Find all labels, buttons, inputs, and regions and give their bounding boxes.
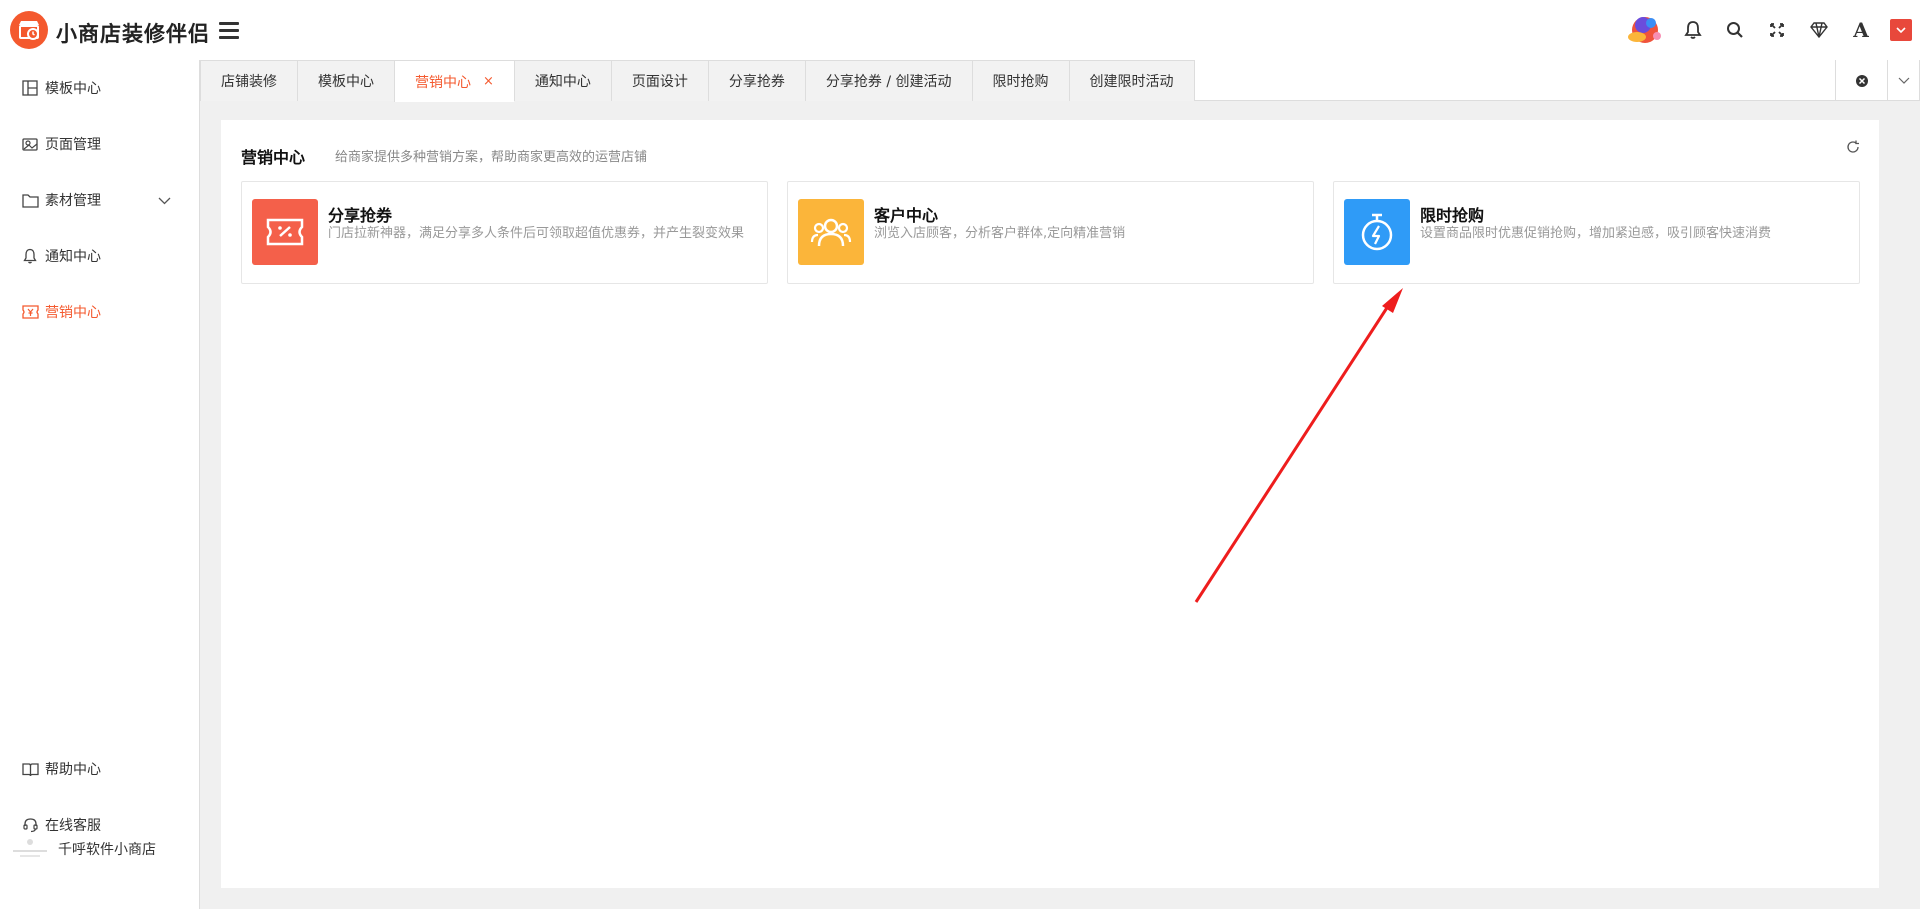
tab-notification-center[interactable]: 通知中心 <box>513 60 611 101</box>
page-title: 营销中心 <box>241 148 306 167</box>
sidebar-item-label: 模板中心 <box>45 81 101 97</box>
tab-label: 店铺装修 <box>221 74 277 90</box>
sidebar-item-notifications[interactable]: 通知中心 <box>0 232 199 280</box>
card-customer-center[interactable]: 客户中心 浏览入店顾客，分析客户群体,定向精准营销 <box>787 181 1314 284</box>
sidebar-item-materials[interactable]: 素材管理 <box>0 176 199 224</box>
card-desc: 浏览入店顾客，分析客户群体,定向精准营销 <box>874 226 1126 241</box>
tab-store-decoration[interactable]: 店铺装修 <box>200 60 297 101</box>
folder-icon <box>21 191 39 209</box>
user-name: 千呼软件小商店 <box>58 842 156 858</box>
user-menu-icon[interactable] <box>1890 19 1912 41</box>
tab-bar: 店铺装修 模板中心 营销中心 × 通知中心 页面设计 分享抢券 分享抢券 / 创建… <box>200 60 1920 102</box>
tab-label: 模板中心 <box>318 74 374 90</box>
top-header: 小商店装修伴侣 A <box>0 0 1920 60</box>
store-logo-icon <box>19 21 39 40</box>
tab-label: 创建限时活动 <box>1089 74 1174 90</box>
chevron-down-icon[interactable] <box>1888 60 1920 101</box>
menu-toggle-icon[interactable] <box>219 20 241 40</box>
card-flash-sale[interactable]: 限时抢购 设置商品限时优惠促销抢购，增加紧迫感，吸引顾客快速消费 <box>1333 181 1860 284</box>
mascot-avatar[interactable] <box>1620 10 1672 50</box>
sidebar-item-label: 通知中心 <box>45 249 101 265</box>
sidebar-item-label: 营销中心 <box>45 305 101 321</box>
refresh-icon[interactable] <box>1843 137 1863 157</box>
card-title: 分享抢券 <box>328 206 393 225</box>
sidebar-item-label: 素材管理 <box>45 193 101 209</box>
tab-template-center[interactable]: 模板中心 <box>297 60 394 101</box>
page-icon <box>21 135 39 153</box>
sidebar-user[interactable]: 千呼软件小商店 <box>12 835 156 863</box>
close-all-tabs-icon[interactable] <box>1836 60 1888 101</box>
card-desc: 门店拉新神器，满足分享多人条件后可领取超值优惠券，并产生裂变效果 <box>328 226 745 241</box>
bell-icon <box>21 247 39 265</box>
tab-label: 通知中心 <box>534 74 591 90</box>
sidebar-item-label: 帮助中心 <box>45 762 101 778</box>
tab-label: 页面设计 <box>631 74 688 90</box>
tab-label: 限时抢购 <box>992 74 1049 90</box>
card-title: 客户中心 <box>874 206 939 225</box>
card-share-coupon[interactable]: 分享抢券 门店拉新神器，满足分享多人条件后可领取超值优惠券，并产生裂变效果 <box>241 181 768 284</box>
sidebar-item-help[interactable]: 帮助中心 <box>0 745 199 793</box>
bell-icon[interactable] <box>1672 12 1714 48</box>
chevron-down-icon[interactable] <box>158 193 171 209</box>
tab-label: 分享抢券 / 创建活动 <box>825 74 952 90</box>
card-desc: 设置商品限时优惠促销抢购，增加紧迫感，吸引顾客快速消费 <box>1420 226 1772 241</box>
headset-icon <box>21 816 39 834</box>
tab-label: 分享抢券 <box>728 74 785 90</box>
search-icon[interactable] <box>1714 12 1756 48</box>
header-actions: A <box>1620 12 1912 48</box>
tab-share-coupon[interactable]: 分享抢券 <box>707 60 805 101</box>
fullscreen-icon[interactable] <box>1756 12 1798 48</box>
timer-icon <box>1344 199 1410 265</box>
tab-page-design[interactable]: 页面设计 <box>610 60 708 101</box>
tabs: 店铺装修 模板中心 营销中心 × 通知中心 页面设计 分享抢券 分享抢券 / 创建… <box>200 60 1195 102</box>
marketing-icon <box>21 303 39 321</box>
coupon-icon <box>252 199 318 265</box>
app-title: 小商店装修伴侣 <box>56 22 210 46</box>
marketing-panel: 营销中心 给商家提供多种营销方案，帮助商家更高效的运营店铺 分享抢券 门店拉新神… <box>221 120 1879 888</box>
sidebar: 模板中心 页面管理 素材管理 通知中心 营销中心 帮助中心 在线客服 千呼软件小… <box>0 60 200 909</box>
sidebar-item-label: 页面管理 <box>45 137 101 153</box>
sidebar-item-label: 在线客服 <box>45 818 101 834</box>
sidebar-item-marketing[interactable]: 营销中心 <box>0 288 199 336</box>
users-icon <box>798 199 864 265</box>
diamond-icon[interactable] <box>1798 12 1840 48</box>
tab-marketing-center[interactable]: 营销中心 × <box>394 60 514 102</box>
card-title: 限时抢购 <box>1420 206 1485 225</box>
template-icon <box>21 79 39 97</box>
tab-controls <box>1835 60 1920 101</box>
app-logo[interactable] <box>10 11 48 49</box>
main-area: 店铺装修 模板中心 营销中心 × 通知中心 页面设计 分享抢券 分享抢券 / 创建… <box>200 60 1920 909</box>
tab-create-flash-sale[interactable]: 创建限时活动 <box>1068 60 1195 101</box>
font-icon[interactable]: A <box>1840 12 1882 48</box>
user-avatar <box>12 835 48 863</box>
tab-flash-sale[interactable]: 限时抢购 <box>971 60 1069 101</box>
book-icon <box>21 760 39 778</box>
tab-label: 营销中心 <box>415 74 471 91</box>
tab-share-coupon-create[interactable]: 分享抢券 / 创建活动 <box>804 60 972 101</box>
close-icon[interactable]: × <box>483 74 494 89</box>
sidebar-item-template-center[interactable]: 模板中心 <box>0 64 199 112</box>
page-subtitle: 给商家提供多种营销方案，帮助商家更高效的运营店铺 <box>335 150 648 165</box>
sidebar-item-page-management[interactable]: 页面管理 <box>0 120 199 168</box>
